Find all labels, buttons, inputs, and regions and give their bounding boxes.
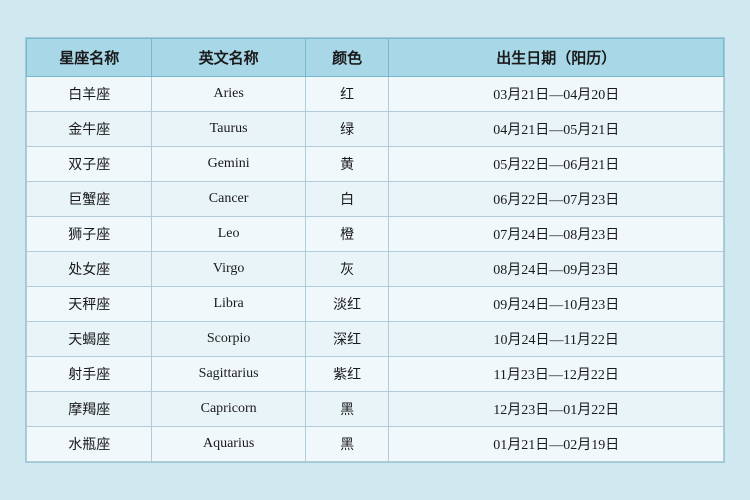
cell-date: 09月24日—10月23日	[389, 287, 724, 322]
cell-zh: 射手座	[27, 357, 152, 392]
cell-date: 03月21日—04月20日	[389, 77, 724, 112]
cell-color: 灰	[305, 252, 389, 287]
cell-color: 橙	[305, 217, 389, 252]
cell-zh: 天秤座	[27, 287, 152, 322]
cell-color: 黄	[305, 147, 389, 182]
cell-en: Taurus	[152, 112, 305, 147]
cell-en: Gemini	[152, 147, 305, 182]
cell-en: Scorpio	[152, 322, 305, 357]
cell-en: Cancer	[152, 182, 305, 217]
cell-color: 红	[305, 77, 389, 112]
table-row: 天秤座Libra淡红09月24日—10月23日	[27, 287, 724, 322]
table-row: 金牛座Taurus绿04月21日—05月21日	[27, 112, 724, 147]
cell-en: Aries	[152, 77, 305, 112]
cell-color: 深红	[305, 322, 389, 357]
table-row: 白羊座Aries红03月21日—04月20日	[27, 77, 724, 112]
cell-date: 08月24日—09月23日	[389, 252, 724, 287]
header-color: 颜色	[305, 39, 389, 77]
table-header-row: 星座名称 英文名称 颜色 出生日期（阳历）	[27, 39, 724, 77]
cell-date: 05月22日—06月21日	[389, 147, 724, 182]
cell-date: 12月23日—01月22日	[389, 392, 724, 427]
zodiac-table-container: 星座名称 英文名称 颜色 出生日期（阳历） 白羊座Aries红03月21日—04…	[25, 37, 725, 463]
cell-color: 绿	[305, 112, 389, 147]
cell-zh: 金牛座	[27, 112, 152, 147]
cell-date: 10月24日—11月22日	[389, 322, 724, 357]
header-date: 出生日期（阳历）	[389, 39, 724, 77]
cell-date: 04月21日—05月21日	[389, 112, 724, 147]
table-row: 水瓶座Aquarius黑01月21日—02月19日	[27, 427, 724, 462]
header-en: 英文名称	[152, 39, 305, 77]
cell-zh: 白羊座	[27, 77, 152, 112]
cell-color: 白	[305, 182, 389, 217]
cell-en: Virgo	[152, 252, 305, 287]
cell-color: 黑	[305, 427, 389, 462]
cell-en: Leo	[152, 217, 305, 252]
table-row: 处女座Virgo灰08月24日—09月23日	[27, 252, 724, 287]
cell-date: 11月23日—12月22日	[389, 357, 724, 392]
table-body: 白羊座Aries红03月21日—04月20日金牛座Taurus绿04月21日—0…	[27, 77, 724, 462]
cell-zh: 水瓶座	[27, 427, 152, 462]
cell-date: 07月24日—08月23日	[389, 217, 724, 252]
zodiac-table: 星座名称 英文名称 颜色 出生日期（阳历） 白羊座Aries红03月21日—04…	[26, 38, 724, 462]
cell-zh: 狮子座	[27, 217, 152, 252]
header-zh: 星座名称	[27, 39, 152, 77]
table-row: 巨蟹座Cancer白06月22日—07月23日	[27, 182, 724, 217]
cell-zh: 处女座	[27, 252, 152, 287]
table-row: 天蝎座Scorpio深红10月24日—11月22日	[27, 322, 724, 357]
cell-en: Sagittarius	[152, 357, 305, 392]
cell-color: 黑	[305, 392, 389, 427]
cell-date: 01月21日—02月19日	[389, 427, 724, 462]
cell-zh: 天蝎座	[27, 322, 152, 357]
cell-zh: 巨蟹座	[27, 182, 152, 217]
cell-zh: 双子座	[27, 147, 152, 182]
table-row: 摩羯座Capricorn黑12月23日—01月22日	[27, 392, 724, 427]
cell-zh: 摩羯座	[27, 392, 152, 427]
cell-en: Aquarius	[152, 427, 305, 462]
table-row: 狮子座Leo橙07月24日—08月23日	[27, 217, 724, 252]
cell-date: 06月22日—07月23日	[389, 182, 724, 217]
cell-color: 紫红	[305, 357, 389, 392]
table-row: 射手座Sagittarius紫红11月23日—12月22日	[27, 357, 724, 392]
cell-en: Capricorn	[152, 392, 305, 427]
cell-color: 淡红	[305, 287, 389, 322]
table-row: 双子座Gemini黄05月22日—06月21日	[27, 147, 724, 182]
cell-en: Libra	[152, 287, 305, 322]
